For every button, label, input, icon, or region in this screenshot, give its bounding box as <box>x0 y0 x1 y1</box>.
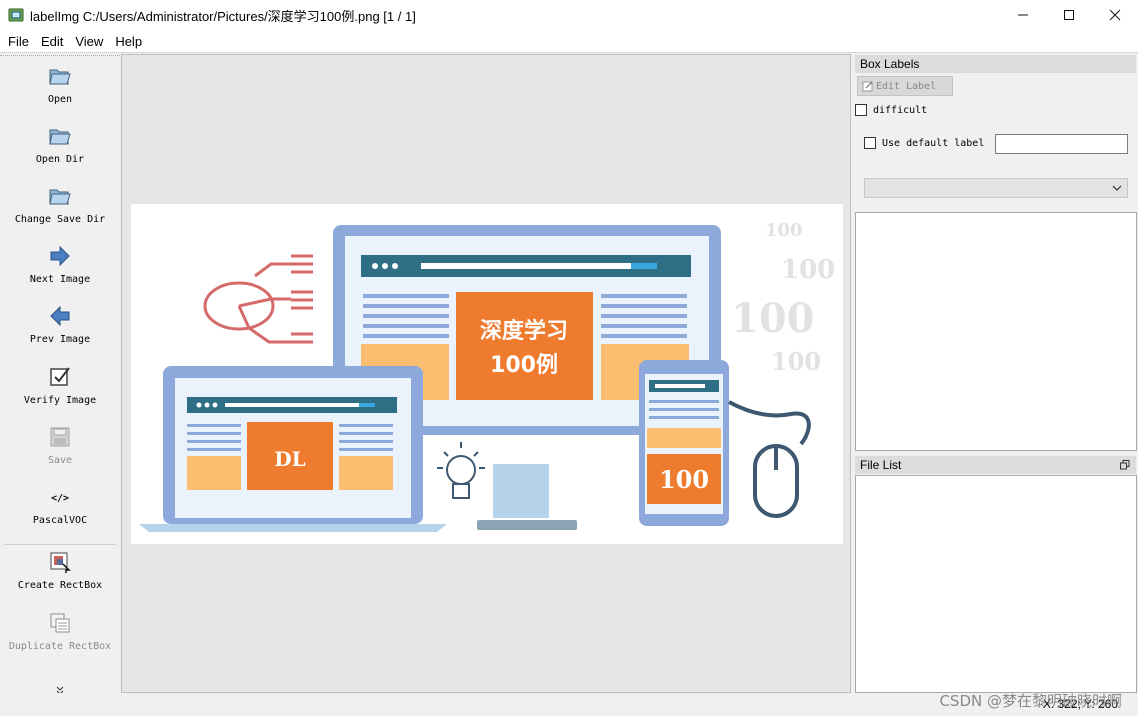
edit-icon <box>862 81 873 92</box>
use-default-label-row: Use default label <box>864 137 984 149</box>
app-icon <box>8 7 24 23</box>
menu-bar: File Edit View Help <box>0 30 1138 52</box>
status-bar: X: 322; Y: 260 CSDN @梦在黎明破晓时啊 <box>0 692 1138 716</box>
illustration: 100 100 100 100 深度学习 100例 DL 100 <box>139 220 835 532</box>
label-list[interactable] <box>855 212 1137 451</box>
menu-help[interactable]: Help <box>109 34 148 49</box>
open-dir-button[interactable]: Open Dir <box>0 124 120 165</box>
toolbar-divider <box>4 544 116 545</box>
format-pascalvoc-button[interactable]: </> PascalVOC <box>0 485 120 526</box>
window-controls <box>1000 0 1138 30</box>
folder-icon <box>48 64 72 88</box>
menu-edit[interactable]: Edit <box>35 34 69 49</box>
save-icon <box>48 425 72 449</box>
close-icon <box>1109 9 1121 21</box>
maximize-button[interactable] <box>1046 0 1092 30</box>
checkbox-icon <box>48 365 72 389</box>
deco-number-3: 100 <box>731 295 815 342</box>
phone-graphic <box>639 360 729 526</box>
save-label: Save <box>47 455 73 466</box>
next-image-label: Next Image <box>29 274 91 285</box>
folder-icon <box>48 184 72 208</box>
menu-view[interactable]: View <box>69 34 109 49</box>
rectbox-icon <box>48 550 72 574</box>
next-image-button[interactable]: Next Image <box>0 244 120 285</box>
main-title-line1: 深度学习 <box>480 318 568 344</box>
svg-text:</>: </> <box>51 493 69 504</box>
loaded-image[interactable]: 100 100 100 100 深度学习 100例 DL 100 <box>131 204 843 544</box>
deco-number-1: 100 <box>765 220 803 241</box>
prev-image-button[interactable]: Prev Image <box>0 304 120 345</box>
minimize-button[interactable] <box>1000 0 1046 30</box>
pascalvoc-label: PascalVOC <box>32 515 88 526</box>
lightbulb-graphic <box>437 442 485 499</box>
float-dock-icon[interactable] <box>1120 460 1130 470</box>
arrow-right-icon <box>48 244 72 268</box>
save-button[interactable]: Save <box>0 425 120 466</box>
arrow-left-icon <box>48 304 72 328</box>
difficult-row: difficult <box>855 104 927 116</box>
change-save-dir-label: Change Save Dir <box>14 214 106 225</box>
difficult-label: difficult <box>873 104 928 116</box>
mouse-graphic <box>728 400 811 518</box>
difficult-checkbox[interactable] <box>855 104 867 116</box>
open-dir-label: Open Dir <box>35 154 85 165</box>
file-list-title-text: File List <box>860 458 902 472</box>
laptop-text: DL <box>274 447 305 471</box>
menu-divider <box>0 52 1138 53</box>
verify-image-label: Verify Image <box>23 395 97 406</box>
code-icon: </> <box>48 485 72 509</box>
watermark-text: CSDN @梦在黎明破晓时啊 <box>939 692 1122 710</box>
deco-number-4: 100 <box>771 347 821 376</box>
folder-icon <box>48 124 72 148</box>
title-bar: labelImg C:/Users/Administrator/Pictures… <box>0 0 1138 30</box>
toolbar: Open Open Dir Change Save Dir Next Image… <box>0 55 120 695</box>
minimize-icon <box>1018 14 1028 16</box>
create-rectbox-button[interactable]: Create RectBox <box>0 550 120 591</box>
open-button[interactable]: Open <box>0 64 120 105</box>
duplicate-rectbox-button[interactable]: Duplicate RectBox <box>0 611 120 652</box>
change-save-dir-button[interactable]: Change Save Dir <box>0 184 120 225</box>
window-title: labelImg C:/Users/Administrator/Pictures… <box>30 8 416 24</box>
duplicate-icon <box>48 611 72 635</box>
menu-file[interactable]: File <box>2 34 35 49</box>
box-labels-title: Box Labels <box>855 55 1136 73</box>
file-list[interactable] <box>855 475 1137 693</box>
maximize-icon <box>1064 10 1074 20</box>
prev-image-label: Prev Image <box>29 334 91 345</box>
close-button[interactable] <box>1092 0 1138 30</box>
edit-label-button[interactable]: Edit Label <box>857 76 953 96</box>
deco-number-2: 100 <box>781 255 835 285</box>
edit-label-text: Edit Label <box>876 80 937 92</box>
label-combo-box[interactable] <box>864 178 1128 198</box>
image-canvas[interactable]: 100 100 100 100 深度学习 100例 DL 100 <box>121 54 851 693</box>
default-label-input[interactable] <box>995 134 1128 154</box>
use-default-label-text: Use default label <box>882 137 985 149</box>
create-rectbox-label: Create RectBox <box>17 580 103 591</box>
use-default-label-checkbox[interactable] <box>864 137 876 149</box>
duplicate-rectbox-label: Duplicate RectBox <box>8 641 112 652</box>
file-list-title: File List <box>855 456 1136 474</box>
phone-text: 100 <box>659 465 709 494</box>
open-label: Open <box>47 94 73 105</box>
verify-image-button[interactable]: Verify Image <box>0 365 120 406</box>
labelimg-window: labelImg C:/Users/Administrator/Pictures… <box>0 0 1138 716</box>
main-title-line2: 100例 <box>490 353 558 378</box>
chevron-down-icon <box>1112 185 1122 191</box>
pie-chart-graphic <box>203 254 313 344</box>
